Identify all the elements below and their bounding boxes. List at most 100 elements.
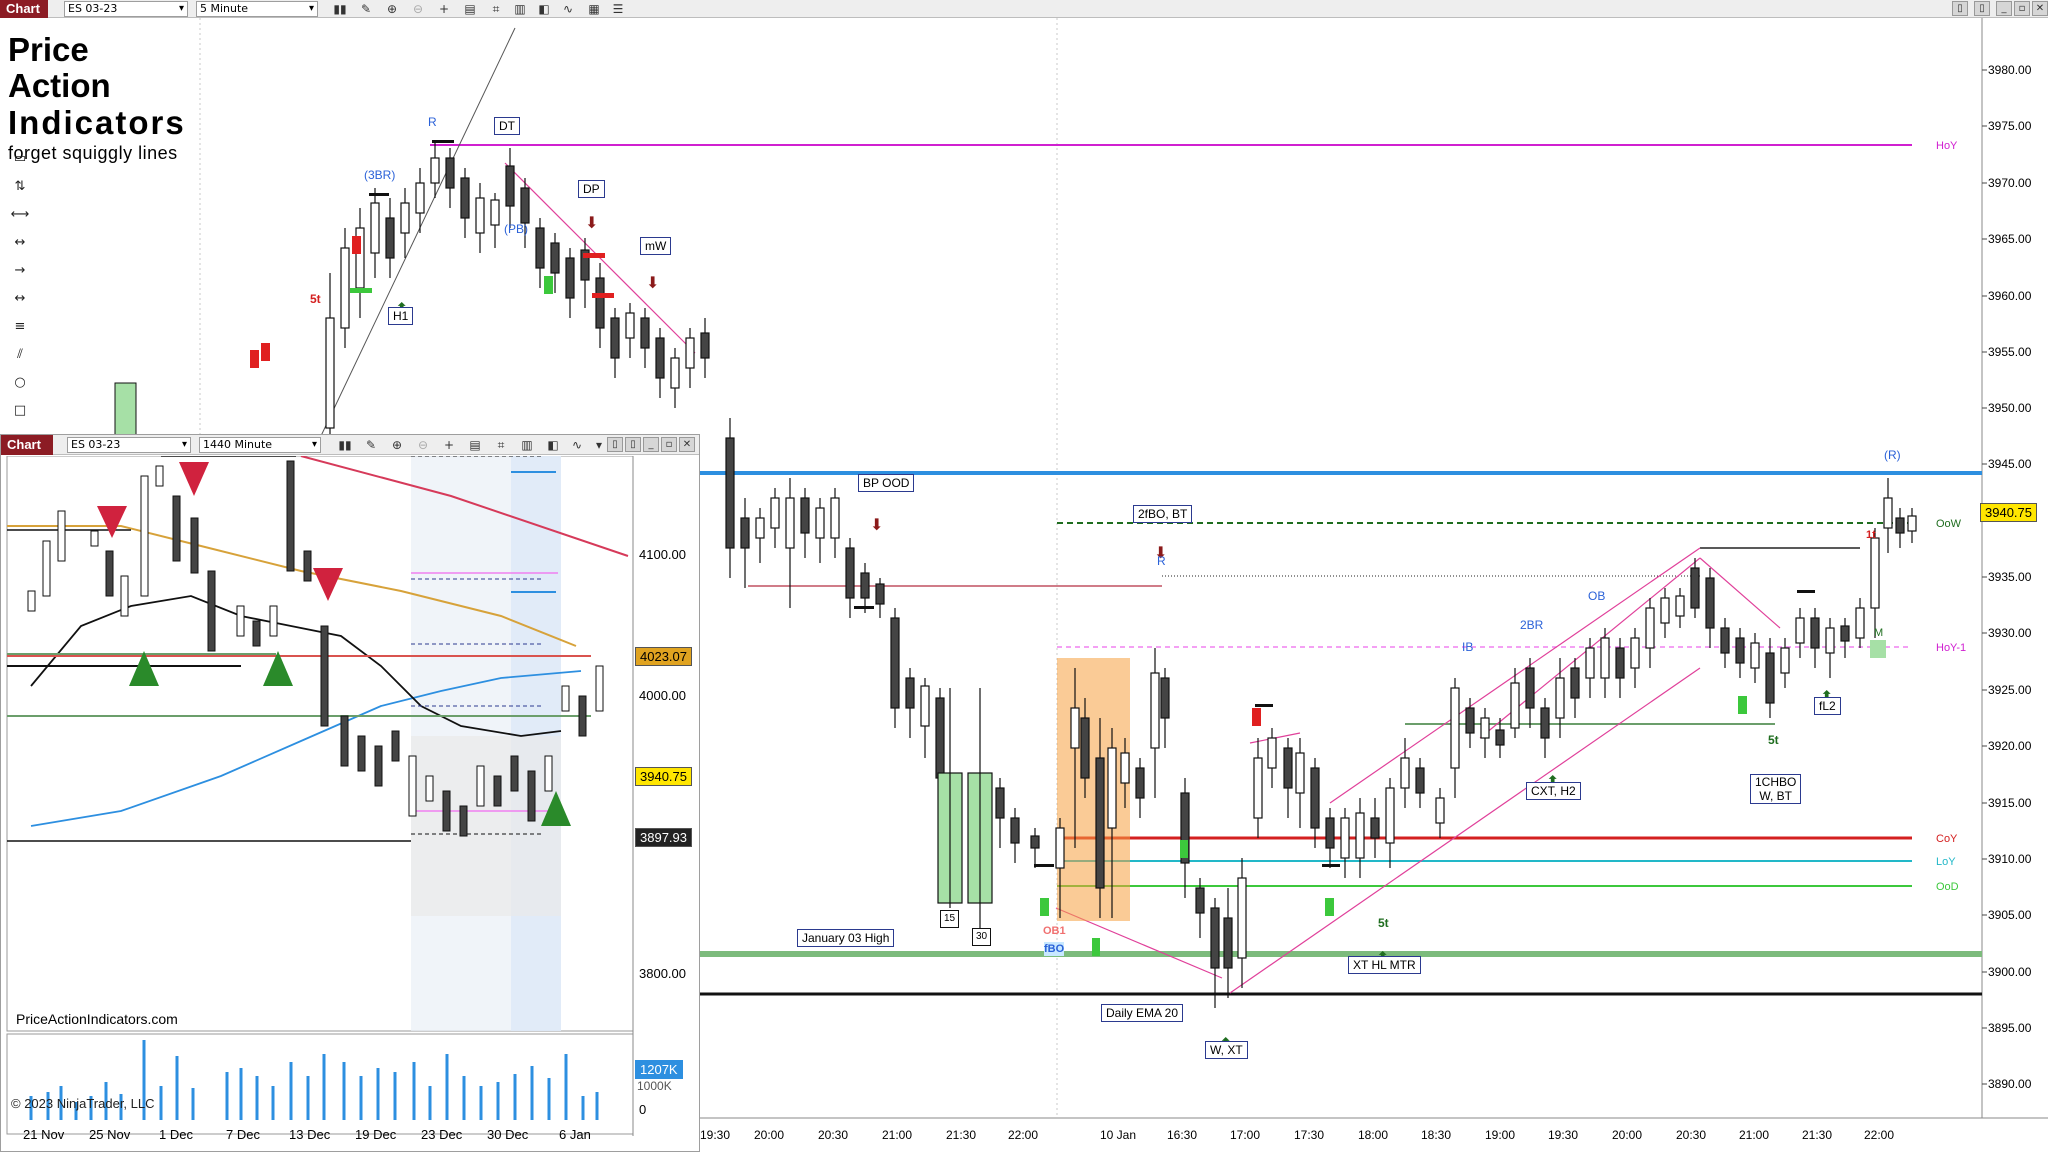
inset-dark-tag: 3897.93 (635, 828, 692, 847)
menu-icon[interactable]: ☰ (610, 1, 626, 17)
time-tick: 17:30 (1294, 1128, 1325, 1142)
data-box-icon[interactable]: ▥ (512, 1, 528, 17)
chart-tab[interactable]: Chart (0, 0, 48, 18)
annotation-1chbo: 1CHBO W, BT (1750, 774, 1802, 804)
zoom-out-icon[interactable]: ⊖ (410, 1, 426, 17)
inset-date-tick: 7 Dec (226, 1127, 260, 1142)
time-tick: 18:30 (1421, 1128, 1452, 1142)
zoom-in-icon[interactable]: ⊕ (389, 437, 405, 453)
crosshair-icon[interactable]: + (441, 437, 457, 453)
annotation-5t: 5t (310, 292, 321, 306)
properties-icon[interactable]: ▤ (462, 1, 478, 17)
time-tick: 10 Jan (1100, 1128, 1137, 1142)
inset-toolbar: Chart ES 03-23 1440 Minute ▮▮ ✎ ⊕ ⊖ + ▤ … (1, 435, 699, 455)
inset-chart-tab[interactable]: Chart (1, 435, 53, 455)
inset-vol-tick: 1000K (637, 1079, 672, 1093)
bars-type-icon[interactable]: ▮▮ (332, 1, 348, 17)
inset-interval-selector[interactable]: 1440 Minute (199, 437, 321, 453)
inset-vol-tag: 1207K (635, 1060, 683, 1079)
tile-icon[interactable]: ▯ (607, 437, 623, 452)
data-box-icon[interactable]: ▥ (519, 437, 535, 453)
zoom-out-icon[interactable]: ⊖ (415, 437, 431, 453)
annotation-w-xt: W, XT (1205, 1041, 1248, 1059)
restore-button[interactable]: ▫ (661, 437, 677, 452)
ray-icon[interactable]: ↔ (5, 229, 35, 257)
annotation-mw: mW (640, 237, 672, 255)
annotation-dt: DT (494, 117, 520, 135)
close-button[interactable]: ✕ (2032, 1, 2048, 16)
zoom-in-icon[interactable]: ⊕ (384, 1, 400, 17)
arrow-line-icon[interactable]: ↔ (5, 285, 35, 313)
tile-icon[interactable]: ▯ (1952, 1, 1968, 16)
pencil-icon[interactable]: ✎ (363, 437, 379, 453)
oow-label: OoW (1936, 518, 1962, 530)
line-icon[interactable]: ⟷ (5, 201, 35, 229)
opening-range-box (1057, 658, 1130, 921)
price-tick: 3935.00 (1988, 570, 2032, 584)
inset-date-tick: 25 Nov (89, 1127, 131, 1142)
chart-trader-icon[interactable]: ⌗ (493, 437, 509, 453)
logo-title: Price Action (8, 31, 111, 104)
price-tick: 3960.00 (1988, 289, 2032, 303)
ruler-icon[interactable]: ▭ (5, 145, 35, 173)
inset-gold-tag: 4023.07 (635, 647, 692, 666)
minimize-button[interactable]: _ (643, 437, 659, 452)
strategies-icon[interactable]: ◧ (536, 1, 552, 17)
price-tick: 3945.00 (1988, 457, 2032, 471)
indicators-icon[interactable]: ∿ (560, 1, 576, 17)
horizontal-line-icon[interactable]: ≡ (5, 313, 35, 341)
inset-date-tick: 21 Nov (23, 1127, 65, 1142)
time-tick: 20:30 (818, 1128, 849, 1142)
price-tick: 3920.00 (1988, 739, 2032, 753)
annotation-cxt-h2: CXT, H2 (1526, 782, 1581, 800)
price-tick: 3910.00 (1988, 852, 2032, 866)
time-tick: 21:00 (882, 1128, 913, 1142)
price-tick: 3895.00 (1988, 1021, 2032, 1035)
annotation-5t-b: 5t (1378, 916, 1389, 930)
restore-button[interactable]: ▫ (2014, 1, 2030, 16)
time-tick: 20:00 (754, 1128, 785, 1142)
crosshair-icon[interactable]: + (436, 1, 452, 17)
rectangle-icon[interactable]: □ (5, 397, 35, 425)
annotation-2br: 2BR (1520, 618, 1544, 632)
strategies-icon[interactable]: ◧ (545, 437, 561, 453)
templates-icon[interactable]: ▦ (586, 1, 602, 17)
ellipse-icon[interactable]: ○ (5, 369, 35, 397)
price-tick: 3925.00 (1988, 683, 2032, 697)
menu-icon[interactable]: ▾ (591, 437, 607, 453)
annotation-bp-ood: BP OOD (858, 474, 915, 492)
tile-icon-2[interactable]: ▯ (625, 437, 641, 452)
annotation-pb: (PB) (504, 222, 528, 236)
pencil-icon[interactable]: ✎ (358, 1, 374, 17)
inset-price-chart (6, 456, 634, 1136)
annotation-fbo: fBO (1044, 942, 1065, 956)
ood-label: OoD (1936, 881, 1959, 893)
svg-text:⬇: ⬇ (646, 273, 659, 292)
inset-date-tick: 23 Dec (421, 1127, 463, 1142)
time-tick: 21:30 (1802, 1128, 1833, 1142)
channel-icon[interactable]: ⫽ (5, 341, 35, 369)
time-tick: 19:00 (1485, 1128, 1516, 1142)
time-tick: 17:00 (1230, 1128, 1261, 1142)
time-tick: 20:00 (1612, 1128, 1643, 1142)
instrument-selector[interactable]: ES 03-23 (64, 1, 188, 17)
drawing-tools-panel: ▭ ⇅ ⟷ ↔ → ↔ ≡ ⫽ ○ □ (5, 145, 39, 430)
price-tick: 3905.00 (1988, 908, 2032, 922)
extended-line-icon[interactable]: → (5, 257, 35, 285)
inset-instrument-selector[interactable]: ES 03-23 (67, 437, 191, 453)
price-tick: 3955.00 (1988, 345, 2032, 359)
inset-price-tick: 4000.00 (639, 688, 686, 703)
hoy-label: HoY (1936, 140, 1958, 152)
chart-trader-icon[interactable]: ⌗ (488, 1, 504, 17)
tile-icon-2[interactable]: ▯ (1974, 1, 1990, 16)
bars-type-icon[interactable]: ▮▮ (337, 437, 353, 453)
risk-reward-icon[interactable]: ⇅ (5, 173, 35, 201)
coy-label: CoY (1936, 833, 1958, 845)
close-button[interactable]: ✕ (679, 437, 695, 452)
minimize-button[interactable]: _ (1996, 1, 2012, 16)
interval-selector[interactable]: 5 Minute (196, 1, 318, 17)
properties-icon[interactable]: ▤ (467, 437, 483, 453)
daily-chart-inset[interactable]: Chart ES 03-23 1440 Minute ▮▮ ✎ ⊕ ⊖ + ▤ … (0, 434, 700, 1152)
indicators-icon[interactable]: ∿ (569, 437, 585, 453)
inset-date-tick: 30 Dec (487, 1127, 529, 1142)
